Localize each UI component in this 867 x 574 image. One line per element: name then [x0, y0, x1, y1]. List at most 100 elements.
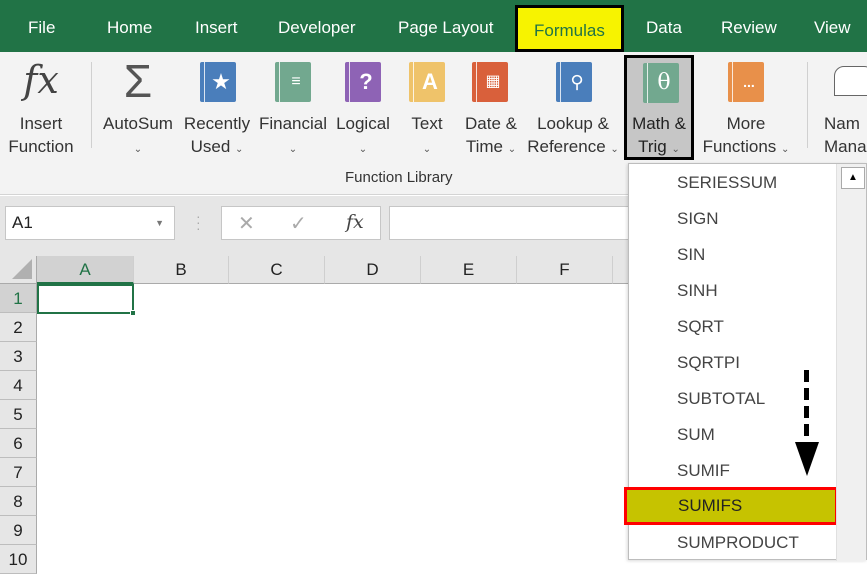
chevron-down-icon: ⌄ — [507, 144, 517, 155]
chevron-down-icon: ⌄ — [781, 144, 790, 155]
sigma-icon: Σ — [123, 55, 153, 107]
name-tag-icon — [834, 66, 867, 96]
math-trig-dropdown: SERIESSUM SIGN SIN SINH SQRT SQRTPI SUBT… — [624, 163, 867, 561]
row-header-7[interactable]: 7 — [0, 458, 37, 487]
name-box-value: A1 — [12, 213, 33, 232]
column-header-e[interactable]: E — [421, 256, 517, 284]
financial-button[interactable]: ≡ Financial ⌄ — [257, 52, 329, 162]
chevron-down-icon: ⌄ — [610, 144, 619, 155]
menu-item-sumifs[interactable]: SUMIFS — [624, 487, 838, 525]
column-header-d[interactable]: D — [325, 256, 421, 284]
scroll-up-icon[interactable]: ▲ — [841, 167, 865, 189]
dropdown-scrollbar[interactable]: ▲ — [836, 164, 866, 561]
chevron-down-icon: ⌄ — [671, 144, 680, 155]
menu-item-sum[interactable]: SUM — [677, 417, 715, 453]
menu-item-sqrt[interactable]: SQRT — [677, 309, 724, 345]
column-header-a[interactable]: A — [37, 256, 134, 284]
menu-item-seriessum[interactable]: SERIESSUM — [677, 165, 777, 201]
row-header-9[interactable]: 9 — [0, 516, 37, 545]
label: Nam — [824, 114, 860, 133]
label: Text — [411, 114, 443, 133]
insert-function-button[interactable]: fx Insert Function — [8, 52, 74, 162]
select-all-corner[interactable] — [0, 256, 37, 284]
row-header-1[interactable]: 1 — [0, 284, 37, 313]
separator — [91, 62, 92, 148]
label: Function — [8, 137, 74, 156]
recently-used-button[interactable]: ★ Recently Used ⌄ — [183, 52, 251, 162]
tab-data[interactable]: Data — [646, 0, 682, 52]
tab-file[interactable]: File — [28, 0, 55, 52]
lookup-reference-button[interactable]: ⚲ Lookup & Reference ⌄ — [527, 52, 619, 162]
insert-function-icon[interactable]: fx — [346, 211, 364, 233]
ribbon-tab-bar: File Home Insert Developer Page Layout F… — [0, 0, 867, 52]
row-header-8[interactable]: 8 — [0, 487, 37, 516]
menu-item-sinh[interactable]: SINH — [677, 273, 718, 309]
column-header-b[interactable]: B — [134, 256, 229, 284]
magnifier-book-icon: ⚲ — [556, 62, 592, 102]
chevron-down-icon: ⌄ — [288, 144, 298, 155]
label: Mana — [824, 137, 867, 156]
label: Insert — [19, 114, 63, 133]
calendar-book-icon: ▦ — [472, 62, 508, 102]
separator — [807, 62, 808, 148]
chevron-down-icon: ⌄ — [235, 144, 244, 155]
menu-item-sign[interactable]: SIGN — [677, 201, 719, 237]
label: Financial — [258, 114, 328, 133]
star-book-icon: ★ — [200, 62, 236, 102]
tab-formulas[interactable]: Formulas — [515, 5, 624, 52]
row-header-4[interactable]: 4 — [0, 371, 37, 400]
text-button[interactable]: A Text ⌄ — [405, 52, 449, 162]
function-library-label: Function Library — [345, 169, 453, 186]
label: AutoSum — [103, 114, 173, 133]
logical-button[interactable]: ? Logical ⌄ — [334, 52, 392, 162]
tab-review[interactable]: Review — [721, 0, 777, 52]
question-book-icon: ? — [345, 62, 381, 102]
label: Recently — [183, 114, 251, 133]
theta-book-icon: θ — [643, 63, 679, 103]
selected-cell-a1[interactable] — [37, 284, 136, 316]
text-book-icon: A — [409, 62, 445, 102]
date-time-button[interactable]: ▦ Date & Time ⌄ — [460, 52, 522, 162]
label: Reference — [527, 137, 606, 156]
row-header-5[interactable]: 5 — [0, 400, 37, 429]
more-book-icon: ... — [728, 62, 764, 102]
grip-icon: · · · — [196, 208, 201, 236]
label: Math & — [632, 114, 686, 133]
more-functions-button[interactable]: ... More Functions ⌄ — [697, 52, 795, 162]
tab-page-layout[interactable]: Page Layout — [398, 0, 493, 52]
row-header-6[interactable]: 6 — [0, 429, 37, 458]
cancel-icon[interactable]: ✕ — [238, 211, 255, 236]
row-header-3[interactable]: 3 — [0, 342, 37, 371]
label: Trig — [638, 137, 667, 156]
label: Functions — [702, 137, 777, 156]
fx-icon: fx — [23, 58, 59, 102]
enter-icon[interactable]: ✓ — [290, 211, 307, 236]
fill-handle[interactable] — [130, 310, 136, 316]
column-header-c[interactable]: C — [229, 256, 325, 284]
tab-view[interactable]: View — [814, 0, 851, 52]
tab-home[interactable]: Home — [107, 0, 152, 52]
column-header-f[interactable]: F — [517, 256, 613, 284]
label: Date & — [465, 114, 517, 133]
formula-buttons: ✕ ✓ fx — [221, 206, 381, 240]
menu-item-sqrtpi[interactable]: SQRTPI — [677, 345, 740, 381]
label: Logical — [336, 114, 390, 133]
autosum-button[interactable]: Σ AutoSum ⌄ — [100, 52, 176, 162]
dropdown-arrow-icon[interactable]: ▼ — [155, 207, 164, 239]
menu-item-sumif[interactable]: SUMIF — [677, 453, 730, 489]
menu-item-sumproduct[interactable]: SUMPRODUCT — [677, 525, 799, 561]
menu-item-sin[interactable]: SIN — [677, 237, 705, 273]
row-header-2[interactable]: 2 — [0, 313, 37, 342]
name-box[interactable]: A1 ▼ — [5, 206, 175, 240]
label: Lookup & — [537, 114, 609, 133]
label: Used — [190, 137, 231, 156]
tab-insert[interactable]: Insert — [195, 0, 238, 52]
math-trig-button[interactable]: θ Math & Trig ⌄ — [624, 55, 694, 160]
menu-item-subtotal[interactable]: SUBTOTAL — [677, 381, 765, 417]
label: Time — [465, 137, 504, 156]
name-manager-button[interactable]: Nam Mana — [818, 52, 867, 162]
coins-book-icon: ≡ — [275, 62, 311, 102]
label: More — [726, 114, 766, 133]
down-arrow-annotation — [795, 370, 819, 476]
tab-developer[interactable]: Developer — [278, 0, 356, 52]
